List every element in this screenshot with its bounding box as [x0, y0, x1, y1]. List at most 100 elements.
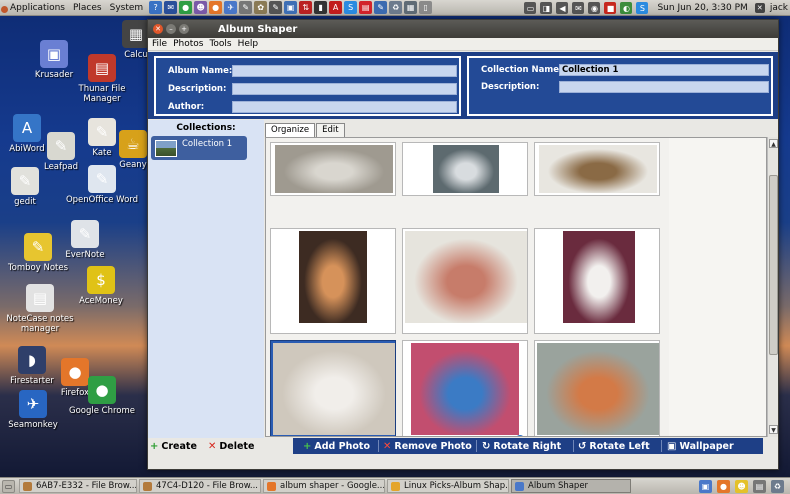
volume-icon[interactable]: ◀ [556, 2, 569, 14]
photo-cell[interactable] [402, 142, 528, 196]
user-name[interactable]: jack [770, 3, 788, 13]
text-editor-icon[interactable]: ✎ [239, 1, 253, 14]
desktop-icon-openoffice-writer[interactable]: ✎ OpenOffice Word [62, 165, 142, 205]
show-desktop-icon[interactable]: ▭ [2, 479, 15, 493]
pidgin-icon[interactable]: ☻ [194, 1, 208, 14]
skype-icon[interactable]: S [344, 1, 358, 14]
scroll-down-icon[interactable]: ▼ [769, 425, 778, 434]
collection-name-input[interactable]: Collection 1 [559, 64, 769, 76]
add-photo-button[interactable]: + Add Photo [303, 438, 370, 454]
photo-cell[interactable] [270, 340, 396, 436]
system-menu[interactable]: System [106, 3, 148, 13]
photo-computer-desk[interactable] [275, 145, 393, 193]
desktop-icon-notecase[interactable]: ▤ NoteCase notes manager [0, 284, 80, 334]
photo-cell[interactable] [534, 142, 660, 196]
delete-button[interactable]: ✕ Delete [208, 438, 254, 454]
photo-cell[interactable] [270, 228, 396, 334]
wifi-icon[interactable]: ◉ [588, 2, 601, 14]
trash-icon[interactable]: ♻ [389, 1, 403, 14]
photo-baby-hat[interactable] [411, 343, 519, 435]
wallpaper-button[interactable]: ▣ Wallpaper [667, 438, 734, 454]
collection-description-input[interactable] [559, 81, 769, 93]
close-icon[interactable]: ✕ [153, 24, 163, 34]
taskbar-item-label: album shaper - Google... [280, 481, 385, 491]
applications-menu[interactable]: Applications [0, 3, 69, 13]
delete-x-icon: ✕ [208, 440, 217, 452]
acrobat-icon[interactable]: A [329, 1, 343, 14]
photo-door-wreath[interactable] [539, 145, 657, 193]
window-task-icon[interactable]: ▤ [753, 480, 766, 493]
photo-grid[interactable]: i [265, 137, 767, 437]
taskbar-item[interactable]: Linux Picks-Album Shap... [387, 479, 509, 493]
plane-icon[interactable]: ✈ [224, 1, 238, 14]
photo-white-pillows[interactable] [405, 231, 527, 323]
edit-icon[interactable]: ✎ [269, 1, 283, 14]
chrome-icon[interactable]: ● [179, 1, 193, 14]
gimp-icon[interactable]: ✿ [254, 1, 268, 14]
yellow-task-icon[interactable]: ☻ [735, 480, 748, 493]
menu-help[interactable]: Help [238, 39, 259, 49]
photo-family-couch[interactable] [273, 343, 395, 435]
writer-icon[interactable]: ✎ [374, 1, 388, 14]
maximize-icon[interactable]: + [179, 24, 189, 34]
thunderbird-icon[interactable]: ✉ [164, 1, 178, 14]
photo-cell[interactable] [534, 228, 660, 334]
window-titlebar[interactable]: ✕ – + Album Shaper [148, 20, 778, 38]
taskbar-item[interactable]: 6AB7-E332 - File Brow... [19, 479, 137, 493]
photo-cell[interactable] [270, 142, 396, 196]
album-name-input[interactable] [232, 65, 457, 77]
taskbar-item[interactable]: Album Shaper [511, 479, 631, 493]
mail-icon[interactable]: ✉ [572, 2, 585, 14]
chat-icon[interactable]: ◐ [620, 2, 633, 14]
photo-cell[interactable] [402, 228, 528, 334]
photo-office-computer[interactable] [537, 343, 659, 435]
file-icon[interactable]: ▯ [419, 1, 433, 14]
tab-organize[interactable]: Organize [265, 123, 316, 137]
clock[interactable]: Sun Jun 20, 3:30 PM [657, 3, 747, 13]
monitor-icon[interactable]: ▣ [284, 1, 298, 14]
desktop-icon-evernote[interactable]: ✎ EverNote [45, 220, 125, 260]
network-icon[interactable]: ◨ [540, 2, 553, 14]
record-icon[interactable]: ■ [604, 2, 617, 14]
create-button[interactable]: + Create [150, 438, 197, 454]
create-label: Create [161, 440, 197, 452]
taskbar-item[interactable]: album shaper - Google... [263, 479, 385, 493]
firefox-task-icon[interactable]: ● [717, 480, 730, 493]
album-description-input[interactable] [232, 83, 457, 95]
workspace-icon[interactable]: ▣ [699, 480, 712, 493]
desktop-icon-chrome[interactable]: ● Google Chrome [62, 376, 142, 416]
menu-file[interactable]: File [152, 39, 167, 49]
help-icon[interactable]: ? [149, 1, 163, 14]
rotate-right-button[interactable]: ↻ Rotate Right [482, 438, 561, 454]
skype-tray-icon[interactable]: S [636, 2, 649, 14]
calculator-icon[interactable]: ▦ [404, 1, 418, 14]
collection-item[interactable]: Collection 1 [151, 136, 247, 160]
photo-lamp-flowers[interactable] [299, 231, 367, 323]
menu-tools[interactable]: Tools [209, 39, 231, 49]
photo-cell[interactable] [534, 340, 660, 436]
firefox-icon[interactable]: ● [209, 1, 223, 14]
desktop-icon-thunar[interactable]: ▤ Thunar File Manager [62, 54, 142, 104]
photo-wedding-couple[interactable] [563, 231, 635, 323]
remove-photo-button[interactable]: ✕ Remove Photo [383, 438, 472, 454]
terminal-icon[interactable]: ▮ [314, 1, 328, 14]
album-author-input[interactable] [232, 101, 457, 113]
info-icon[interactable]: i [515, 435, 525, 436]
photo-cell[interactable]: i [402, 340, 528, 436]
rotate-left-button[interactable]: ↺ Rotate Left [578, 438, 650, 454]
desktop-icon-gedit[interactable]: ✎ gedit [0, 167, 65, 207]
filezilla-icon[interactable]: ⇅ [299, 1, 313, 14]
tab-edit[interactable]: Edit [316, 123, 345, 137]
photo-deck-scene[interactable] [433, 145, 499, 193]
scroll-up-icon[interactable]: ▲ [769, 139, 778, 148]
photo-grid-scrollbar[interactable]: ▲ ▼ [767, 137, 778, 437]
scrollbar-thumb[interactable] [769, 175, 778, 355]
places-menu[interactable]: Places [69, 3, 106, 13]
battery-icon[interactable]: ▭ [524, 2, 537, 14]
menu-photos[interactable]: Photos [173, 39, 203, 49]
trash-task-icon[interactable]: ♻ [771, 480, 784, 493]
minimize-icon[interactable]: – [166, 24, 176, 34]
taskbar-item[interactable]: 47C4-D120 - File Brow... [139, 479, 261, 493]
taskbar-item-label: Album Shaper [528, 481, 589, 491]
pdf-icon[interactable]: ▤ [359, 1, 373, 14]
